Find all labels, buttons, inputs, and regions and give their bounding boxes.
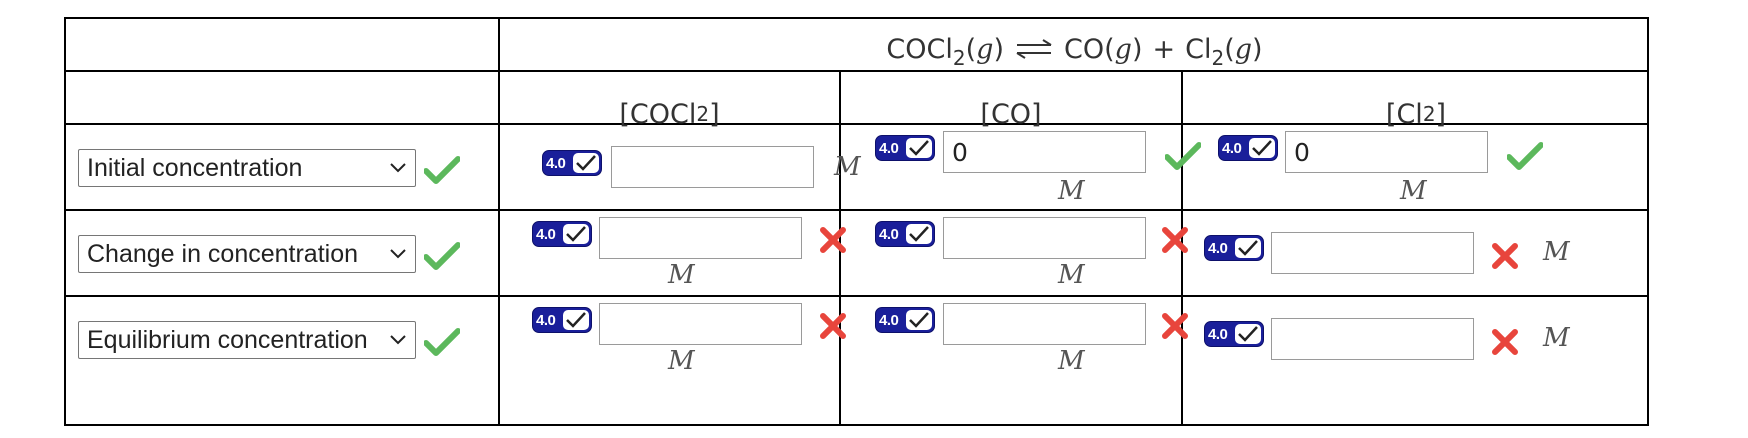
chevron-down-icon (390, 249, 406, 259)
check-icon (424, 156, 460, 184)
check-icon (1165, 142, 1201, 170)
unit-label: M (668, 260, 695, 290)
row-divider (66, 295, 1647, 297)
cross-icon (1162, 227, 1188, 253)
change-cl2-input[interactable] (1271, 232, 1474, 274)
chevron-down-icon (390, 163, 406, 173)
check-icon (424, 242, 460, 270)
mathtype-badge-icon[interactable]: 4.0 (542, 150, 602, 176)
mathtype-badge-icon[interactable]: 4.0 (875, 135, 935, 161)
unit-label: M (834, 152, 861, 182)
unit-label: M (1058, 346, 1085, 376)
unit-label: M (1400, 176, 1427, 206)
initial-cl2-input[interactable] (1285, 131, 1488, 173)
change-co-input[interactable] (943, 217, 1146, 259)
mathtype-badge-icon[interactable]: 4.0 (1204, 321, 1264, 347)
product-co: CO(g) (1063, 33, 1143, 65)
reaction-equation: COCl2(g) CO(g) + Cl2(g) (500, 23, 1649, 75)
cross-icon (1492, 243, 1518, 269)
unit-label: M (1058, 260, 1085, 290)
unit-label: M (1543, 237, 1570, 267)
initial-co-input[interactable] (943, 131, 1146, 173)
mathtype-badge-icon[interactable]: 4.0 (532, 307, 592, 333)
cross-icon (1162, 313, 1188, 339)
check-icon (424, 328, 460, 356)
row-type-select-equilibrium[interactable]: Equilibrium concentration (78, 321, 416, 359)
ice-table: COCl2(g) CO(g) + Cl2(g) [COCl 2] [CO] [Cl… (64, 17, 1649, 426)
initial-cocl2-input[interactable] (611, 146, 814, 188)
col-divider (498, 19, 500, 424)
mathtype-badge-icon[interactable]: 4.0 (532, 221, 592, 247)
cross-icon (820, 313, 846, 339)
check-icon (1507, 142, 1543, 170)
mathtype-badge-icon[interactable]: 4.0 (875, 307, 935, 333)
mathtype-badge-icon[interactable]: 4.0 (875, 221, 935, 247)
chevron-down-icon (390, 335, 406, 345)
equilibrium-cl2-input[interactable] (1271, 318, 1474, 360)
equilibrium-co-input[interactable] (943, 303, 1146, 345)
column-header-cocl2: [COCl 2] (619, 98, 720, 130)
product-cl2: Cl2(g) (1185, 33, 1263, 70)
mathtype-badge-icon[interactable]: 4.0 (1218, 135, 1278, 161)
change-cocl2-input[interactable] (599, 217, 802, 259)
mathtype-badge-icon[interactable]: 4.0 (1204, 235, 1264, 261)
plus-sign: + (1152, 33, 1176, 65)
row-divider (66, 209, 1647, 211)
unit-label: M (1058, 176, 1085, 206)
unit-label: M (1543, 323, 1570, 353)
equilibrium-cocl2-input[interactable] (599, 303, 802, 345)
cross-icon (820, 227, 846, 253)
row-type-select-change[interactable]: Change in concentration (78, 235, 416, 273)
unit-label: M (668, 346, 695, 376)
cross-icon (1492, 329, 1518, 355)
row-type-select-initial[interactable]: Initial concentration (78, 149, 416, 187)
equilibrium-arrows-icon (1014, 38, 1054, 60)
reactant: COCl2(g) (886, 33, 1004, 70)
